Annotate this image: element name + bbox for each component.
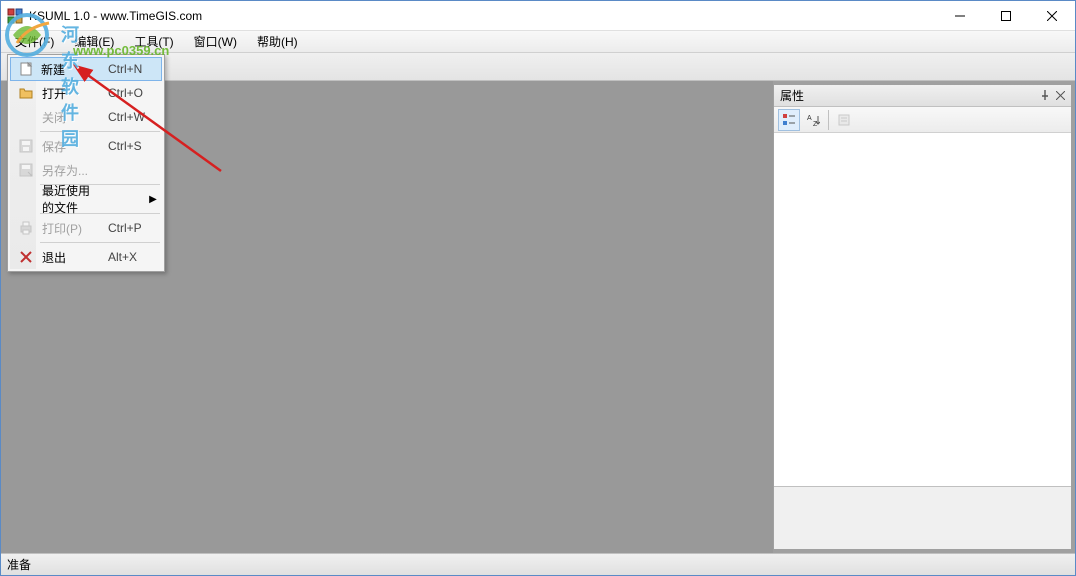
menu-item-exit[interactable]: 退出 Alt+X <box>10 245 162 269</box>
svg-text:Z: Z <box>813 121 818 127</box>
menu-item-saveas[interactable]: 另存为... <box>10 158 162 182</box>
menu-separator <box>40 242 160 243</box>
save-icon <box>14 138 38 154</box>
window-title: KSUML 1.0 - www.TimeGIS.com <box>29 9 937 23</box>
titlebar: KSUML 1.0 - www.TimeGIS.com <box>1 1 1075 31</box>
alphabetical-button[interactable]: AZ <box>802 109 824 131</box>
properties-toolbar: AZ <box>774 107 1071 133</box>
properties-description <box>774 487 1071 549</box>
menu-help[interactable]: 帮助(H) <box>247 30 308 53</box>
app-window: KSUML 1.0 - www.TimeGIS.com 文件(F) 编辑(E) … <box>0 0 1076 576</box>
app-icon <box>7 8 23 24</box>
menubar: 文件(F) 编辑(E) 工具(T) 窗口(W) 帮助(H) <box>1 31 1075 53</box>
pin-icon[interactable] <box>1040 89 1050 103</box>
properties-header[interactable]: 属性 <box>774 85 1071 107</box>
svg-text:A: A <box>807 115 812 122</box>
properties-panel: 属性 AZ <box>773 85 1071 549</box>
property-pages-button[interactable] <box>833 109 855 131</box>
file-menu-dropdown: 新建 Ctrl+N 打开 Ctrl+O 关闭 Ctrl+W 保存 Ctrl+S <box>7 54 165 272</box>
open-folder-icon <box>14 85 38 101</box>
menu-item-recent[interactable]: 最近使用的文件 ▶ <box>10 187 162 211</box>
window-controls <box>937 1 1075 31</box>
menu-window[interactable]: 窗口(W) <box>184 30 247 53</box>
menu-item-new[interactable]: 新建 Ctrl+N <box>10 57 162 81</box>
maximize-button[interactable] <box>983 1 1029 31</box>
statusbar: 准备 <box>1 553 1075 575</box>
print-icon <box>14 220 38 236</box>
minimize-button[interactable] <box>937 1 983 31</box>
menu-file[interactable]: 文件(F) <box>5 30 64 53</box>
menu-item-print[interactable]: 打印(P) Ctrl+P <box>10 216 162 240</box>
status-text: 准备 <box>7 556 31 573</box>
props-separator <box>828 110 829 130</box>
properties-grid[interactable] <box>774 133 1071 487</box>
new-file-icon <box>14 61 37 77</box>
properties-title: 属性 <box>780 87 1040 104</box>
exit-icon <box>14 250 38 264</box>
menu-item-save[interactable]: 保存 Ctrl+S <box>10 134 162 158</box>
saveas-icon <box>14 162 38 178</box>
categorized-button[interactable] <box>778 109 800 131</box>
menu-tools[interactable]: 工具(T) <box>124 30 183 53</box>
menu-item-open[interactable]: 打开 Ctrl+O <box>10 81 162 105</box>
panel-close-icon[interactable] <box>1056 89 1065 103</box>
menu-separator <box>40 131 160 132</box>
menu-edit[interactable]: 编辑(E) <box>64 30 124 53</box>
submenu-arrow-icon: ▶ <box>148 194 158 205</box>
menu-item-close[interactable]: 关闭 Ctrl+W <box>10 105 162 129</box>
close-button[interactable] <box>1029 1 1075 31</box>
